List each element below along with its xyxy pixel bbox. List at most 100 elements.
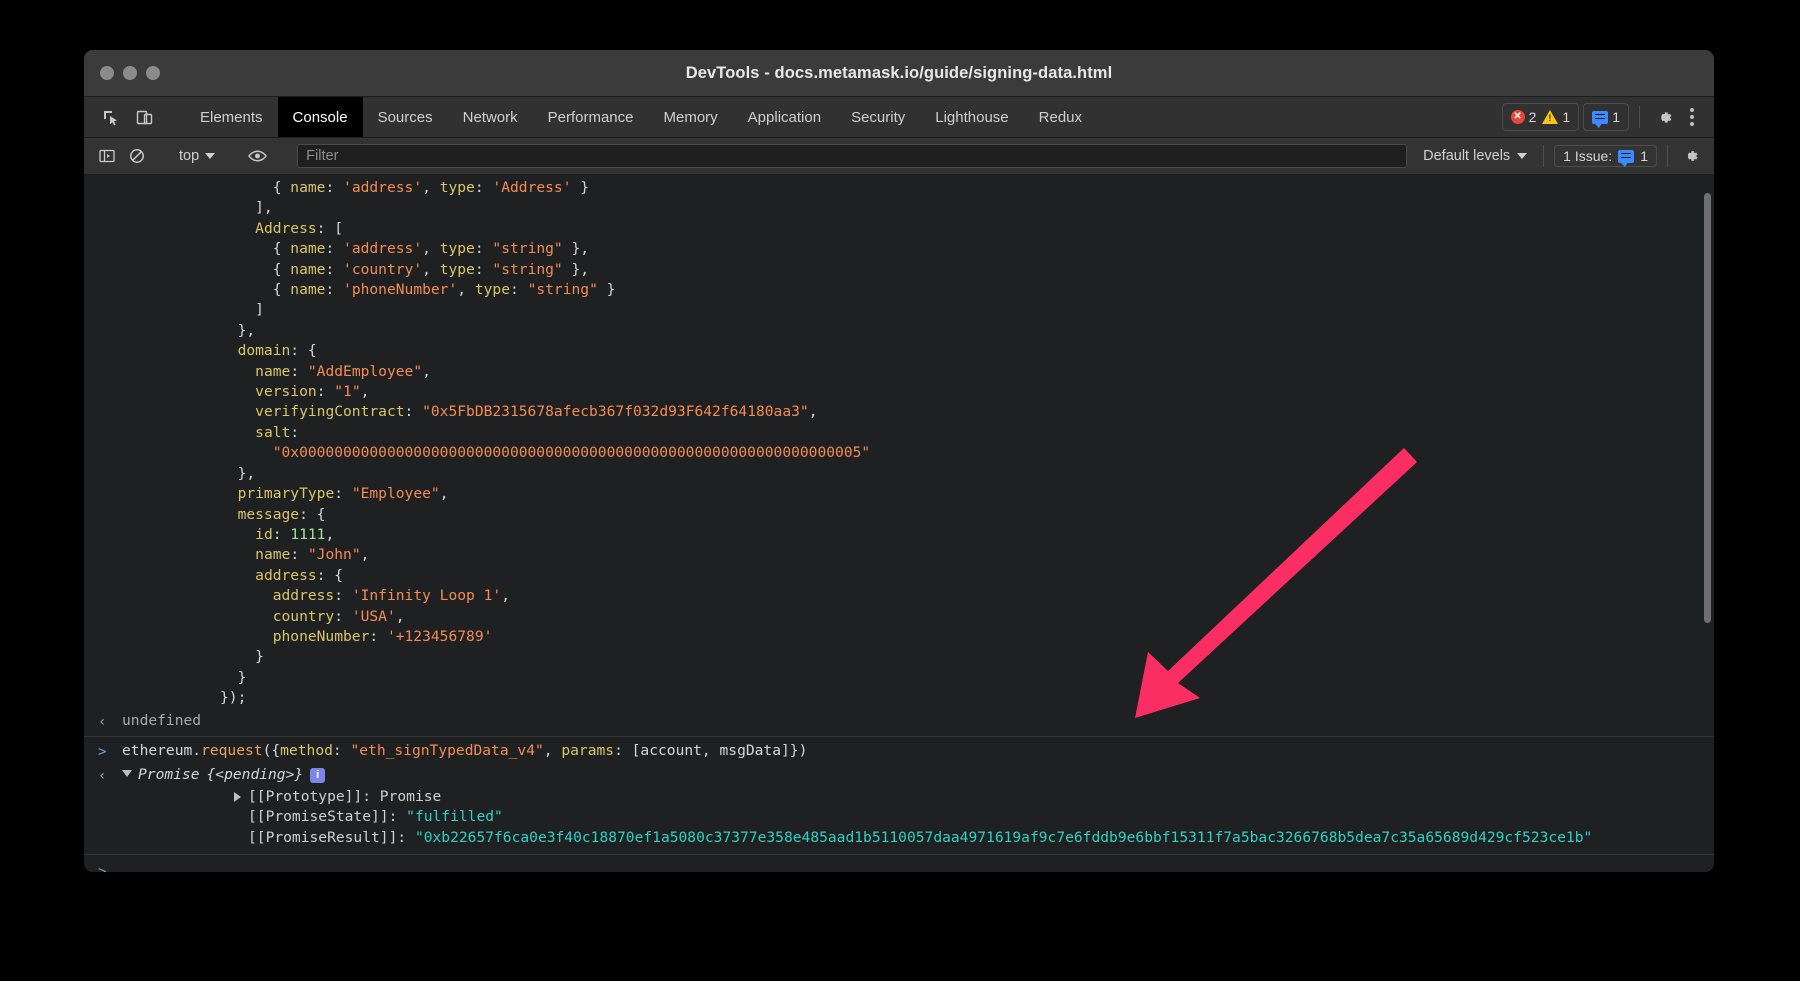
tabbar-left-icons xyxy=(84,97,185,137)
console-toolbar-divider-5 xyxy=(1667,145,1668,167)
code-line: { name: 'phoneNumber', type: "string" } xyxy=(220,281,616,299)
tab-performance[interactable]: Performance xyxy=(533,97,649,137)
tab-redux[interactable]: Redux xyxy=(1024,97,1097,137)
code-line: name: "John", xyxy=(255,546,370,564)
console-sidebar-icon[interactable] xyxy=(94,144,120,168)
devtools-tabbar: Elements Console Sources Network Perform… xyxy=(84,97,1714,138)
filter-input[interactable]: Filter xyxy=(297,144,1408,168)
live-expression-icon[interactable] xyxy=(244,144,270,168)
code-line: Address: [ xyxy=(255,219,344,237)
tab-label: Lighthouse xyxy=(935,108,1009,126)
code-line: name: "AddEmployee", xyxy=(255,362,431,380)
info-icon[interactable]: i xyxy=(310,768,326,784)
inspect-element-icon[interactable] xyxy=(96,104,124,130)
code-line: address: 'Infinity Loop 1', xyxy=(272,587,510,605)
tab-sources[interactable]: Sources xyxy=(363,97,448,137)
console-command-text: ethereum.request({method: "eth_signTyped… xyxy=(122,741,808,759)
console-scrollbar-thumb[interactable] xyxy=(1704,193,1711,623)
warning-count-item: 1 xyxy=(1542,109,1570,125)
code-line: }); xyxy=(220,689,247,707)
minimize-button[interactable] xyxy=(123,66,137,80)
promise-property-row[interactable]: [[PromiseResult]]: "0xb22657f6ca0e3f40c1… xyxy=(84,828,1714,848)
tab-label: Memory xyxy=(663,108,718,126)
issues-label: 1 Issue: xyxy=(1563,148,1613,164)
code-line: { name: 'address', type: 'Address' } xyxy=(220,179,590,196)
message-badge[interactable]: 1 xyxy=(1583,103,1629,131)
error-count-item: ✕ 2 xyxy=(1510,109,1537,125)
result-arrow-icon: ‹ xyxy=(98,713,107,730)
tab-label: Console xyxy=(292,108,348,126)
code-line: ], xyxy=(220,199,273,217)
promise-property-row[interactable]: [[Prototype]]: Promise xyxy=(84,787,1714,807)
console-command-row: > ethereum.request({method: "eth_signTyp… xyxy=(84,735,1714,762)
chevron-down-icon xyxy=(205,153,216,159)
gear-icon[interactable] xyxy=(1650,104,1678,130)
tab-console[interactable]: Console xyxy=(277,97,363,137)
promise-state-inline: {<pending>} xyxy=(206,766,304,784)
promise-property-name: [[PromiseResult]]: xyxy=(248,828,415,846)
expand-triangle-icon[interactable] xyxy=(234,791,241,802)
promise-property-name: [[PromiseState]]: xyxy=(248,808,407,826)
code-line: address: { xyxy=(255,566,344,584)
expand-triangle-icon[interactable] xyxy=(122,769,132,782)
console-input-echo-code: { name: 'address', type: 'Address' } ], … xyxy=(84,175,1714,709)
tab-label: Security xyxy=(851,108,906,126)
close-button[interactable] xyxy=(100,66,114,80)
tab-network[interactable]: Network xyxy=(448,97,533,137)
devtools-window: DevTools - docs.metamask.io/guide/signin… xyxy=(84,50,1714,872)
tab-memory[interactable]: Memory xyxy=(649,97,733,137)
tabbar-right-group: ✕ 2 1 1 xyxy=(1501,97,1714,137)
console-message-list[interactable]: { name: 'address', type: 'Address' } ], … xyxy=(84,175,1714,872)
promise-label: Promise xyxy=(138,766,200,784)
code-line: message: { xyxy=(237,505,326,523)
code-line: ] xyxy=(220,301,264,319)
code-line: country: 'USA', xyxy=(272,607,405,625)
tab-list: Elements Console Sources Network Perform… xyxy=(185,97,1097,137)
window-titlebar: DevTools - docs.metamask.io/guide/signin… xyxy=(84,50,1714,97)
code-line: id: 1111, xyxy=(255,525,335,543)
log-levels-selector[interactable]: Default levels xyxy=(1417,148,1533,164)
promise-property-row[interactable]: [[PromiseState]]: "fulfilled" xyxy=(84,807,1714,827)
console-toolbar-divider-4 xyxy=(1543,145,1545,167)
warning-count: 1 xyxy=(1562,109,1571,125)
code-line: } xyxy=(220,668,247,686)
log-levels-label: Default levels xyxy=(1423,148,1511,164)
execution-context-selector[interactable]: top xyxy=(171,148,223,164)
code-line: salt: xyxy=(255,423,300,441)
code-line: { name: 'address', type: "string" }, xyxy=(220,240,590,258)
promise-property-value: Promise xyxy=(379,787,442,805)
tab-elements[interactable]: Elements xyxy=(185,97,278,137)
code-line: domain: { xyxy=(237,342,317,360)
console-toolbar: top Filter Default levels 1 Issue: 1 xyxy=(84,138,1714,175)
code-line: version: "1", xyxy=(255,383,370,401)
console-promise-result-row: ‹ Promise {<pending>} i xyxy=(84,762,1714,786)
traffic-light-group xyxy=(100,66,160,80)
tab-security[interactable]: Security xyxy=(836,97,920,137)
console-scrollbar[interactable] xyxy=(1703,175,1712,872)
prompt-arrow-icon: > xyxy=(98,743,107,760)
error-warning-badge[interactable]: ✕ 2 1 xyxy=(1501,103,1580,131)
code-line: } xyxy=(220,648,264,666)
zoom-button[interactable] xyxy=(146,66,160,80)
tab-label: Elements xyxy=(200,108,263,126)
console-prompt-row[interactable]: > xyxy=(84,854,1714,872)
code-line: }, xyxy=(220,321,256,339)
tab-application[interactable]: Application xyxy=(733,97,836,137)
warning-icon xyxy=(1542,110,1559,124)
clear-console-icon[interactable] xyxy=(124,144,150,168)
screen-root: DevTools - docs.metamask.io/guide/signin… xyxy=(0,0,1800,981)
tab-label: Network xyxy=(462,108,518,126)
issues-badge[interactable]: 1 Issue: 1 xyxy=(1554,145,1657,167)
error-count: 2 xyxy=(1528,109,1537,125)
console-result-undefined: ‹ undefined xyxy=(84,711,1714,732)
tab-lighthouse[interactable]: Lighthouse xyxy=(920,97,1023,137)
tab-label: Redux xyxy=(1038,108,1083,126)
promise-header[interactable]: Promise {<pending>} i xyxy=(122,765,326,785)
promise-property-value: "fulfilled" xyxy=(406,808,503,826)
kebab-menu-icon[interactable] xyxy=(1682,108,1702,126)
code-line: verifyingContract: "0x5FbDB2315678afecb3… xyxy=(255,403,818,421)
code-line: "0x0000000000000000000000000000000000000… xyxy=(272,444,871,462)
device-toolbar-icon[interactable] xyxy=(130,104,158,130)
console-settings-icon[interactable] xyxy=(1678,144,1704,168)
issues-count: 1 xyxy=(1640,148,1648,164)
